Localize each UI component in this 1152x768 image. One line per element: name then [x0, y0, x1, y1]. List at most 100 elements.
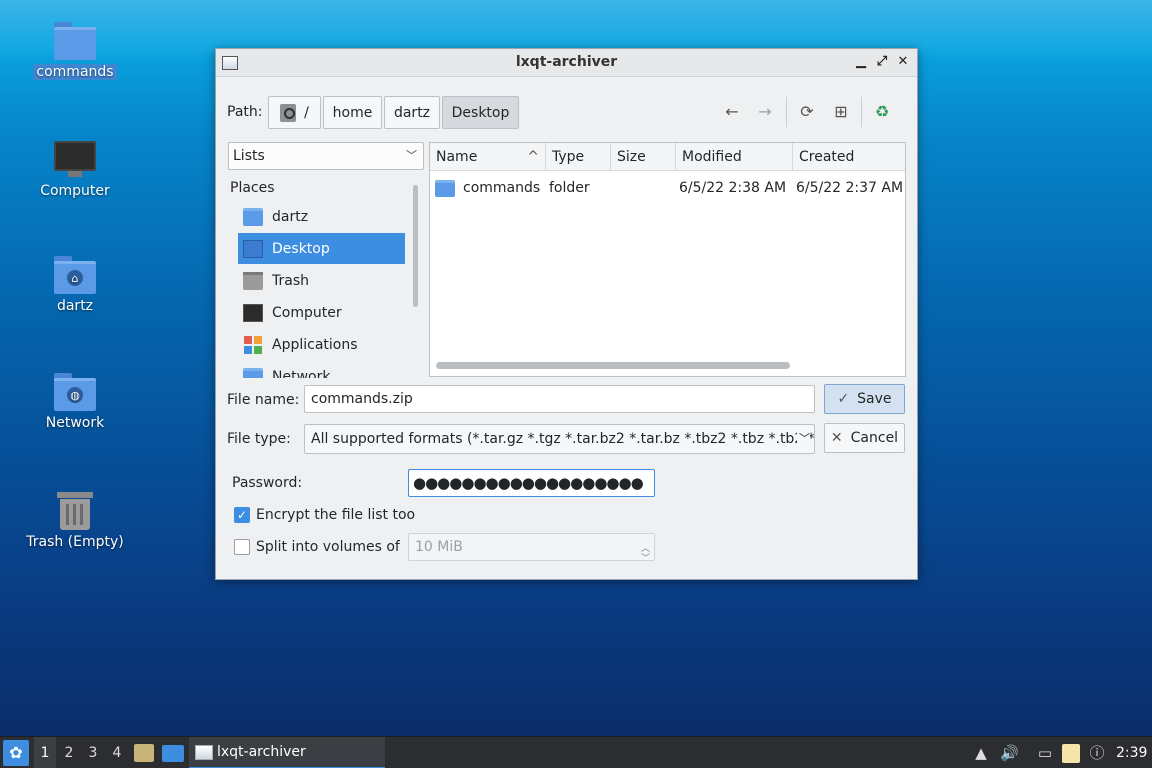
- sidebar-item-dartz[interactable]: dartz: [238, 201, 405, 232]
- save-button-label: Save: [857, 391, 892, 407]
- crumb-dartz[interactable]: dartz: [384, 96, 440, 129]
- desktop-icon-commands[interactable]: commands: [20, 22, 130, 80]
- home-folder-icon: [243, 207, 263, 226]
- hidden-files-icon[interactable]: ♻: [871, 101, 893, 123]
- new-folder-icon[interactable]: ⊞: [830, 101, 852, 123]
- sidebar-mode-value: Lists: [233, 148, 265, 164]
- upload-icon[interactable]: ▲: [972, 743, 990, 763]
- app-icon: [195, 745, 213, 760]
- clipboard-icon[interactable]: [1062, 744, 1080, 763]
- computer-icon: [243, 303, 263, 322]
- places-panel: Places dartz Desktop Trash Computer Appl…: [228, 175, 422, 378]
- password-label: Password:: [232, 475, 303, 491]
- workspace-3[interactable]: 3: [82, 737, 104, 768]
- crumb-home[interactable]: home: [323, 96, 382, 129]
- file-name-cell[interactable]: commands: [463, 175, 540, 201]
- sidebar-item-network[interactable]: Network: [238, 361, 405, 378]
- column-header-created[interactable]: Created: [793, 143, 905, 171]
- desktop-icon-network[interactable]: ◍ Network: [20, 373, 130, 431]
- toolbar-separator: [786, 97, 787, 127]
- file-modified-cell: 6/5/22 2:38 AM: [679, 180, 787, 196]
- column-header-modified[interactable]: Modified: [676, 143, 793, 171]
- desktop-icon-label: commands: [33, 64, 117, 80]
- workspace-4[interactable]: 4: [106, 737, 128, 768]
- sidebar-item-applications[interactable]: Applications: [238, 329, 405, 360]
- desktop-icon-label: Network: [45, 415, 105, 431]
- sidebar-mode-select[interactable]: Lists ﹀: [228, 142, 424, 170]
- column-label: Created: [799, 149, 855, 165]
- column-label: Modified: [682, 149, 742, 165]
- file-name-input[interactable]: commands.zip: [304, 385, 815, 413]
- sidebar-item-label: Network: [272, 368, 331, 379]
- sidebar-item-label: Desktop: [272, 240, 330, 257]
- chevron-down-icon[interactable]: ﹀: [641, 546, 650, 572]
- file-list: Name ^ Type Size Modified Created comman…: [429, 142, 906, 377]
- back-arrow-icon[interactable]: ←: [721, 101, 743, 123]
- horizontal-scrollbar[interactable]: [436, 362, 790, 369]
- split-volumes-label: Split into volumes of: [256, 539, 400, 555]
- network-status-icon[interactable]: ▭: [1036, 743, 1054, 763]
- file-manager-icon[interactable]: [134, 744, 154, 762]
- show-desktop-icon[interactable]: [162, 745, 184, 762]
- taskbar-task-lxqt-archiver[interactable]: lxqt-archiver: [189, 737, 385, 768]
- chevron-down-icon: ﹀: [797, 425, 810, 453]
- close-button[interactable]: ✕: [895, 54, 911, 70]
- task-label: lxqt-archiver: [217, 744, 306, 760]
- crumb-label: home: [332, 104, 373, 121]
- network-folder-icon: ◍: [54, 373, 96, 411]
- minimize-button[interactable]: ▁: [853, 54, 869, 70]
- desktop-icon-computer[interactable]: Computer: [20, 141, 130, 199]
- sidebar-item-desktop[interactable]: Desktop: [238, 233, 405, 264]
- file-created-cell: 6/5/22 2:37 AM: [796, 180, 904, 196]
- places-header: Places: [230, 180, 275, 196]
- split-volumes-checkbox[interactable]: [234, 539, 250, 555]
- password-input[interactable]: ●●●●●●●●●●●●●●●●●●●: [408, 469, 655, 497]
- column-label: Name: [436, 149, 478, 165]
- crumb-root[interactable]: /: [268, 96, 321, 129]
- sidebar-item-label: Computer: [272, 304, 342, 321]
- folder-icon: [435, 180, 455, 197]
- sidebar-item-label: dartz: [272, 208, 309, 225]
- close-icon: ✕: [830, 430, 843, 446]
- network-icon: [243, 367, 263, 378]
- volume-icon[interactable]: 🔊: [1000, 743, 1019, 763]
- file-type-value: All supported formats (*.tar.gz *.tgz *.…: [311, 431, 815, 447]
- save-button[interactable]: ✓ Save: [824, 384, 905, 414]
- desktop-icon-trash[interactable]: Trash (Empty): [20, 490, 130, 550]
- save-archive-dialog: lxqt-archiver ▁ ⤢ ✕ Path: / home dartz D…: [215, 48, 918, 580]
- encrypt-file-list-checkbox[interactable]: ✓: [234, 507, 250, 523]
- titlebar[interactable]: lxqt-archiver ▁ ⤢ ✕: [216, 49, 917, 77]
- reload-icon[interactable]: ⟳: [796, 101, 818, 123]
- column-header-type[interactable]: Type: [546, 143, 611, 171]
- column-header-name[interactable]: Name ^: [430, 143, 546, 171]
- cancel-button[interactable]: ✕ Cancel: [824, 423, 905, 453]
- desktop-icon-label: dartz: [56, 298, 94, 314]
- notification-icon[interactable]: ⓘ: [1088, 743, 1106, 763]
- places-scrollbar[interactable]: [413, 185, 418, 307]
- root-drive-icon: [280, 103, 297, 122]
- sort-ascending-icon: ^: [527, 149, 539, 165]
- volume-size-value: 10 MiB: [415, 539, 463, 555]
- workspace-1[interactable]: 1: [34, 737, 56, 768]
- crumb-desktop[interactable]: Desktop: [442, 96, 519, 129]
- desktop-icon-dartz[interactable]: ⌂ dartz: [20, 256, 130, 314]
- trash-icon: [57, 490, 93, 530]
- cancel-button-label: Cancel: [850, 430, 899, 446]
- file-type-select[interactable]: All supported formats (*.tar.gz *.tgz *.…: [304, 424, 815, 454]
- encrypt-file-list-label: Encrypt the file list too: [256, 507, 416, 523]
- forward-arrow-icon[interactable]: →: [754, 101, 776, 123]
- sidebar-item-trash[interactable]: Trash: [238, 265, 405, 296]
- start-menu-icon[interactable]: ✿: [3, 740, 29, 766]
- clock[interactable]: 2:39: [1116, 737, 1147, 768]
- file-name-label: File name:: [227, 392, 300, 408]
- workspace-2[interactable]: 2: [58, 737, 80, 768]
- computer-icon: [54, 141, 96, 179]
- maximize-button[interactable]: ⤢: [874, 54, 890, 70]
- volume-size-spinbox[interactable]: 10 MiB ︿ ﹀: [408, 533, 655, 564]
- path-label: Path:: [227, 104, 263, 120]
- column-header-size[interactable]: Size: [611, 143, 676, 171]
- chevron-down-icon: ﹀: [406, 149, 417, 162]
- column-label: Type: [552, 149, 585, 165]
- sidebar-item-computer[interactable]: Computer: [238, 297, 405, 328]
- sidebar-item-label: Applications: [272, 336, 358, 353]
